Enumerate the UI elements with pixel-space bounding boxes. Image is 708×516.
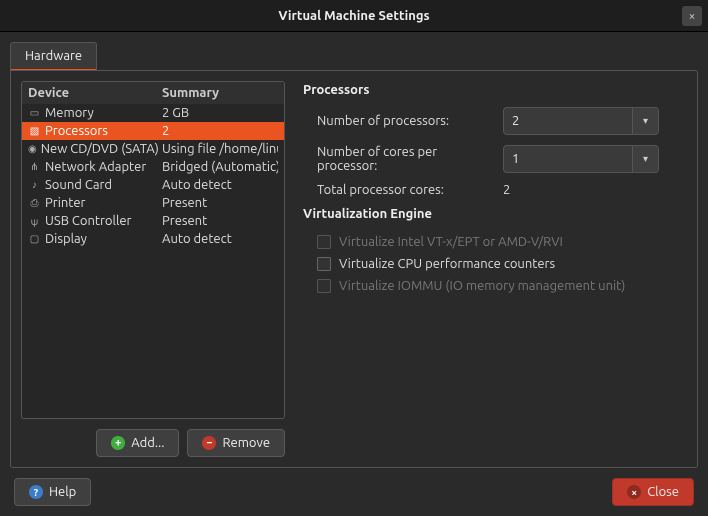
tabs: Hardware xyxy=(10,42,698,70)
table-row[interactable]: ▧ Processors 2 xyxy=(22,122,284,140)
table-row[interactable]: ▢ Display Auto detect xyxy=(22,230,284,248)
virt-engine-title: Virtualization Engine xyxy=(303,207,683,221)
hardware-panel: Device Summary ▭ Memory 2 GB ▧ Processors 2 ◉ N… xyxy=(10,70,698,468)
network-icon: ⋔ xyxy=(28,161,41,174)
device-table: Device Summary ▭ Memory 2 GB ▧ Processors 2 ◉ N… xyxy=(21,81,285,419)
device-name: Sound Card xyxy=(45,178,112,192)
close-icon: × xyxy=(689,10,696,23)
minus-icon: − xyxy=(202,436,216,450)
device-name: USB Controller xyxy=(45,214,131,228)
footer: ? Help × Close xyxy=(10,468,698,516)
table-row[interactable]: ◉ New CD/DVD (SATA) Using file /home/linux… xyxy=(22,140,284,158)
remove-button-label: Remove xyxy=(222,436,270,450)
device-summary: Auto detect xyxy=(162,232,278,246)
device-table-body: ▭ Memory 2 GB ▧ Processors 2 ◉ New CD/DVD (SATA… xyxy=(22,104,284,418)
split: Device Summary ▭ Memory 2 GB ▧ Processors 2 ◉ N… xyxy=(21,81,687,457)
device-summary: 2 GB xyxy=(162,106,278,120)
device-cell: ♪ Sound Card xyxy=(28,178,158,192)
device-cell: ▢ Display xyxy=(28,232,158,246)
device-summary: Present xyxy=(162,196,278,210)
cores-per-proc-dropdown[interactable]: ▾ xyxy=(632,146,658,172)
table-row[interactable]: ⋔ Network Adapter Bridged (Automatic) xyxy=(22,158,284,176)
usb-icon: ψ xyxy=(28,215,41,228)
add-button[interactable]: + Add... xyxy=(96,429,179,457)
close-icon: × xyxy=(627,485,641,499)
device-buttons: + Add... − Remove xyxy=(21,429,285,457)
row-total-cores: Total processor cores: 2 xyxy=(303,183,683,197)
processor-icon: ▧ xyxy=(28,125,41,138)
device-cell: ◉ New CD/DVD (SATA) xyxy=(28,142,158,156)
row-cores-per-proc: Number of cores per processor: 1 ▾ xyxy=(303,145,683,173)
total-cores-label: Total processor cores: xyxy=(303,183,495,197)
tab-hardware[interactable]: Hardware xyxy=(10,42,97,71)
sound-icon: ♪ xyxy=(28,179,41,192)
check-cpu-perf-label: Virtualize CPU performance counters xyxy=(339,257,555,271)
device-summary: Bridged (Automatic) xyxy=(162,160,278,174)
device-cell: ⋔ Network Adapter xyxy=(28,160,158,174)
device-summary: 2 xyxy=(162,124,278,138)
device-cell: ▭ Memory xyxy=(28,106,158,120)
table-row[interactable]: ♪ Sound Card Auto detect xyxy=(22,176,284,194)
help-icon: ? xyxy=(29,485,43,499)
cores-per-proc-combo[interactable]: 1 ▾ xyxy=(503,145,659,173)
processors-title: Processors xyxy=(303,83,683,97)
remove-button[interactable]: − Remove xyxy=(187,429,285,457)
plus-icon: + xyxy=(111,436,125,450)
window-title: Virtual Machine Settings xyxy=(278,9,429,23)
num-processors-combo[interactable]: 2 ▾ xyxy=(503,107,659,135)
help-button[interactable]: ? Help xyxy=(14,478,91,506)
table-row[interactable]: ⎙ Printer Present xyxy=(22,194,284,212)
printer-icon: ⎙ xyxy=(28,197,41,210)
device-cell: ⎙ Printer xyxy=(28,196,158,210)
checkbox-icon xyxy=(317,257,331,271)
device-cell: ψ USB Controller xyxy=(28,214,158,228)
device-summary: Using file /home/linuxte xyxy=(162,142,278,156)
checkbox-icon xyxy=(317,279,331,293)
memory-icon: ▭ xyxy=(28,107,41,120)
chevron-down-icon: ▾ xyxy=(643,115,648,127)
device-name: Processors xyxy=(45,124,108,138)
col-summary: Summary xyxy=(162,86,219,100)
total-cores-value: 2 xyxy=(503,183,659,197)
right-pane: Processors Number of processors: 2 ▾ Num… xyxy=(299,81,687,457)
close-button[interactable]: × Close xyxy=(612,478,694,506)
col-device: Device xyxy=(28,86,162,100)
device-cell: ▧ Processors xyxy=(28,124,158,138)
row-num-processors: Number of processors: 2 ▾ xyxy=(303,107,683,135)
num-processors-dropdown[interactable]: ▾ xyxy=(632,108,658,134)
titlebar: Virtual Machine Settings × xyxy=(0,0,708,32)
device-name: Display xyxy=(45,232,87,246)
cores-per-proc-label: Number of cores per processor: xyxy=(303,145,495,173)
chevron-down-icon: ▾ xyxy=(643,153,648,165)
check-iommu-label: Virtualize IOMMU (IO memory management u… xyxy=(339,279,625,293)
device-summary: Present xyxy=(162,214,278,228)
device-name: Memory xyxy=(45,106,94,120)
window-close-button[interactable]: × xyxy=(682,6,702,26)
device-name: Network Adapter xyxy=(45,160,146,174)
add-button-label: Add... xyxy=(131,436,164,450)
device-name: New CD/DVD (SATA) xyxy=(41,142,158,156)
close-button-label: Close xyxy=(647,485,679,499)
num-processors-value: 2 xyxy=(504,108,632,134)
num-processors-label: Number of processors: xyxy=(303,114,495,128)
help-button-label: Help xyxy=(49,485,76,499)
cores-per-proc-value: 1 xyxy=(504,146,632,172)
content-area: Hardware Device Summary ▭ Memory 2 GB ▧ Proc… xyxy=(0,32,708,516)
table-row[interactable]: ψ USB Controller Present xyxy=(22,212,284,230)
device-summary: Auto detect xyxy=(162,178,278,192)
display-icon: ▢ xyxy=(28,233,41,246)
device-name: Printer xyxy=(45,196,85,210)
check-cpu-perf[interactable]: Virtualize CPU performance counters xyxy=(303,253,683,275)
check-vtx: Virtualize Intel VT-x/EPT or AMD-V/RVI xyxy=(303,231,683,253)
table-row[interactable]: ▭ Memory 2 GB xyxy=(22,104,284,122)
check-vtx-label: Virtualize Intel VT-x/EPT or AMD-V/RVI xyxy=(339,235,563,249)
check-iommu: Virtualize IOMMU (IO memory management u… xyxy=(303,275,683,297)
checkbox-icon xyxy=(317,235,331,249)
device-table-header: Device Summary xyxy=(22,82,284,104)
disc-icon: ◉ xyxy=(28,143,37,156)
left-pane: Device Summary ▭ Memory 2 GB ▧ Processors 2 ◉ N… xyxy=(21,81,285,457)
